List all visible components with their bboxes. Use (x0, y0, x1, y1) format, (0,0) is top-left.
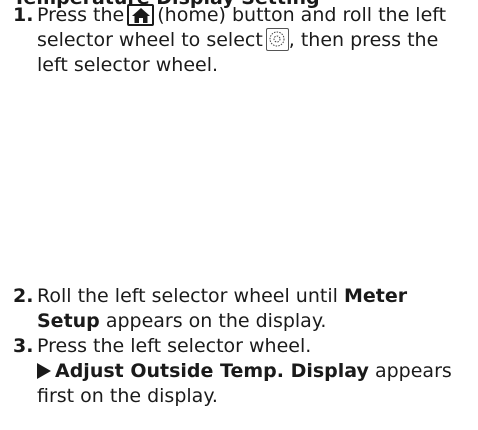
step-text: (home) button and roll the left (157, 4, 447, 26)
menu-name: Meter (343, 285, 408, 307)
step-number: 1. (13, 4, 34, 26)
step-text: Press the (37, 4, 125, 26)
step-text: , then press the (288, 29, 439, 51)
step-text: selector wheel to select (37, 29, 263, 51)
step-line: left selector wheel. (37, 54, 219, 76)
menu-name: Setup (37, 310, 100, 332)
step-line: Setup appears on the display. (13, 309, 475, 334)
step-text: Roll the left selector wheel until (37, 285, 338, 307)
step-text: appears on the display. (105, 310, 327, 332)
result-line: first on the display. (37, 385, 218, 407)
step-line: selector wheel to select , then press the (13, 28, 475, 53)
result-text: appears (374, 360, 452, 382)
triangle-arrow-icon (37, 363, 51, 379)
result-line: Adjust Outside Temp. Display appears (13, 359, 475, 384)
home-icon (127, 4, 155, 26)
result-item: Adjust Outside Temp. Display (55, 360, 369, 382)
step-number: 3. (13, 335, 34, 357)
step-number: 2. (13, 285, 34, 307)
step-1: 1. Press the (home) button and roll the le… (13, 3, 475, 78)
step-text: Press the left selector wheel. (37, 335, 312, 357)
step-2: 2. Roll the left selector wheel until Met… (13, 284, 475, 334)
gear-icon (265, 28, 289, 51)
step-3: 3. Press the left selector wheel. Adjust … (13, 334, 475, 409)
